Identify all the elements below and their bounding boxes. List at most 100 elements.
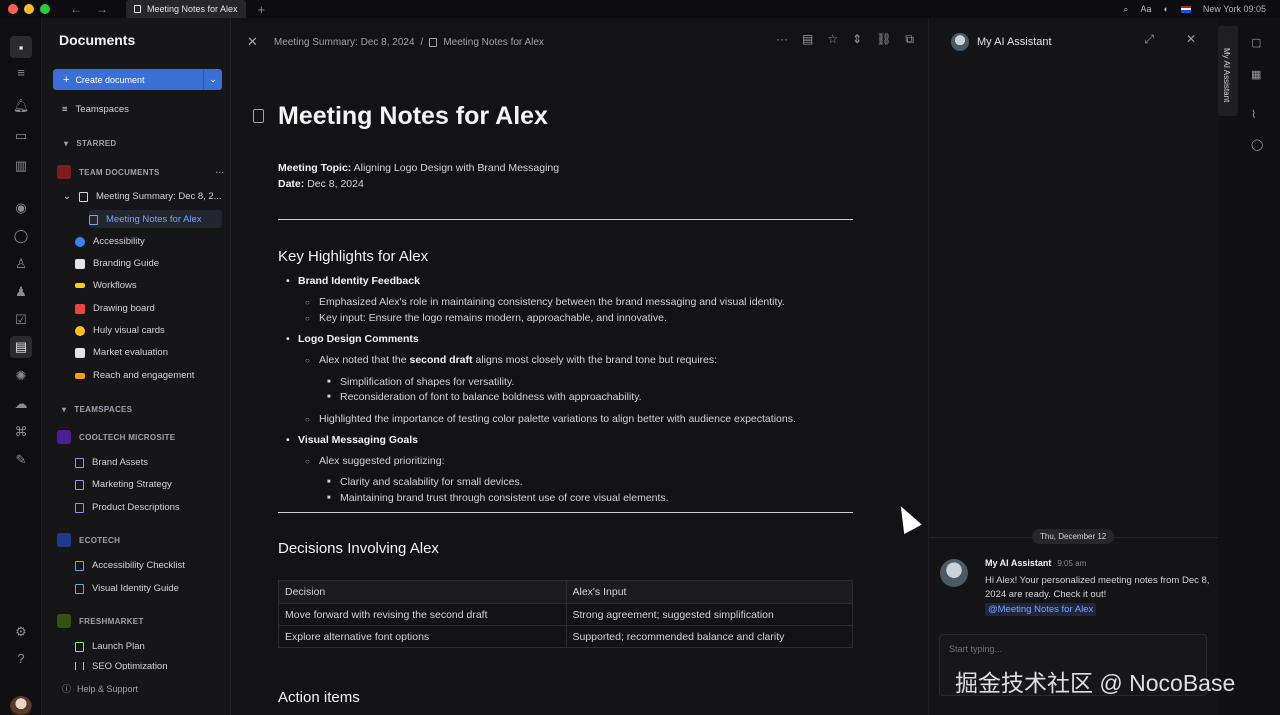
sliders-icon[interactable]: ⚙ — [13, 624, 29, 640]
sidebar-item-seo-optimization[interactable]: SEO Optimization — [75, 662, 168, 670]
person-icon[interactable]: ♙ — [13, 256, 29, 272]
search-icon[interactable]: ⌕ — [1123, 4, 1128, 15]
sidebar-item-meeting-notes[interactable]: Meeting Notes for Alex — [89, 214, 202, 225]
sidebar-item-marketing-strategy[interactable]: Marketing Strategy — [75, 479, 172, 490]
cloud-icon[interactable]: ☁ — [13, 396, 29, 412]
back-arrow-icon[interactable]: ← — [70, 2, 82, 16]
sidebar-item-workflows[interactable]: Workflows — [75, 280, 137, 291]
edit-icon[interactable]: ✎ — [13, 452, 29, 468]
workspace-logo-icon[interactable]: ▪ — [10, 36, 32, 58]
sidebar-item-launch-plan[interactable]: Launch Plan — [75, 641, 145, 652]
team-documents-section[interactable]: TEAM DOCUMENTS ··· — [57, 165, 225, 179]
maximize-window-button[interactable] — [40, 4, 50, 14]
space-ecotech[interactable]: ECOTECH — [57, 533, 120, 547]
office-icon[interactable]: ▥ — [13, 158, 29, 174]
table-header-cell: Alex's Input — [565, 581, 853, 603]
sidebar-item-accessibility-checklist[interactable]: Accessibility Checklist — [75, 560, 185, 571]
divider — [278, 219, 853, 220]
sidebar-item-reach-engagement[interactable]: Reach and engagement — [75, 370, 194, 381]
more-options-icon[interactable]: ··· — [216, 168, 225, 177]
attachment-icon[interactable]: ⌇ — [1251, 108, 1256, 121]
close-icon[interactable]: ✕ — [247, 34, 258, 50]
sidebar-item-product-descriptions[interactable]: Product Descriptions — [75, 502, 180, 513]
font-size-icon[interactable]: Aa — [1140, 4, 1151, 14]
clipboard-icon[interactable]: ▤ — [802, 32, 813, 47]
space-freshmarket[interactable]: FRESHMARKET — [57, 614, 144, 628]
tab-title: Meeting Notes for Alex — [147, 4, 238, 14]
teamspaces-section[interactable]: ▾ TEAMSPACES — [62, 405, 132, 414]
document-icon — [253, 109, 264, 123]
close-window-button[interactable] — [8, 4, 18, 14]
assistant-side-tab[interactable]: My AI Assistant — [1218, 26, 1238, 116]
space-badge-icon — [57, 533, 71, 547]
document-icon — [429, 37, 438, 47]
sidebar-item-huly-visual-cards[interactable]: Huly visual cards — [75, 325, 165, 336]
help-icon[interactable]: ? — [13, 650, 29, 666]
user-avatar[interactable] — [10, 696, 32, 715]
close-icon[interactable]: ✕ — [1186, 32, 1196, 47]
notebook-icon — [75, 258, 85, 269]
pencil-icon — [75, 283, 85, 288]
sidebar-item-visual-identity-guide[interactable]: Visual Identity Guide — [75, 583, 179, 594]
chevron-down-icon: ⌄ — [63, 191, 71, 202]
documents-icon[interactable]: ▤ — [10, 336, 32, 358]
chevron-down-icon: ▾ — [62, 405, 67, 414]
table-row: Explore alternative font options Support… — [279, 625, 852, 647]
expand-icon[interactable]: ⤢ — [1144, 32, 1154, 47]
chart-icon — [75, 347, 85, 358]
contacts-icon[interactable]: ◉ — [13, 200, 29, 216]
section-heading: Key Highlights for Alex — [278, 248, 429, 265]
new-tab-icon[interactable]: + — [258, 2, 266, 17]
notifications-icon[interactable]: 🔔︎ — [13, 98, 30, 114]
starred-section[interactable]: ▾ STARRED — [64, 139, 117, 148]
list-icon: ≡ — [62, 104, 68, 115]
pin-icon[interactable]: ⇕ — [852, 32, 862, 47]
more-options-icon[interactable]: ··· — [776, 32, 788, 47]
space-cooltech[interactable]: COOLTECH MICROSITE — [57, 430, 175, 444]
menu-icon[interactable]: ≡ — [13, 64, 29, 80]
forward-arrow-icon[interactable]: → — [96, 2, 108, 16]
book-icon — [75, 303, 85, 314]
create-document-button[interactable]: + Create document ⌄ — [53, 69, 222, 90]
globe-icon — [75, 236, 85, 247]
sidebar-item-branding-guide[interactable]: Branding Guide — [75, 258, 159, 269]
sidebar-item-meeting-summary[interactable]: ⌄ Meeting Summary: Dec 8, 2... — [63, 191, 222, 202]
space-badge-icon — [57, 614, 71, 628]
document-mention-link[interactable]: @Meeting Notes for Alex — [985, 603, 1097, 616]
composer-placeholder: Start typing... — [949, 644, 1003, 654]
tasks-icon[interactable]: ☑ — [13, 312, 29, 328]
list-item: Highlighted the importance of testing co… — [305, 413, 796, 425]
panel-icon[interactable]: ▢ — [1251, 36, 1261, 49]
star-icon[interactable]: ☆ — [827, 32, 838, 47]
breadcrumb-current[interactable]: Meeting Notes for Alex — [443, 37, 544, 48]
comment-icon[interactable]: ◯ — [1251, 138, 1263, 151]
sidebar-item-teamspaces[interactable]: ≡ Teamspaces — [62, 104, 129, 115]
theme-toggle-icon[interactable]: ◐ — [1163, 4, 1168, 14]
list-item: Key input: Ensure the logo remains moder… — [305, 312, 667, 324]
breadcrumb-parent[interactable]: Meeting Summary: Dec 8, 2024 — [274, 37, 415, 48]
breadcrumb-separator: / — [420, 36, 424, 48]
chat-icon[interactable]: ◯ — [13, 228, 29, 244]
sidebar-item-market-evaluation[interactable]: Market evaluation — [75, 347, 168, 358]
chevron-down-icon[interactable]: ⌄ — [203, 69, 222, 90]
document-icon — [75, 641, 84, 652]
settings-sun-icon[interactable]: ✺ — [13, 368, 29, 384]
browser-tab[interactable]: Meeting Notes for Alex — [126, 0, 246, 18]
sidebar-item-drawing-board[interactable]: Drawing board — [75, 303, 155, 314]
link-icon[interactable]: ⛓ — [876, 32, 891, 47]
document-title[interactable]: Meeting Notes for Alex — [278, 102, 548, 131]
tree-icon[interactable]: ⌘ — [13, 424, 29, 440]
date-pill: Thu, December 12 — [1032, 529, 1115, 544]
calendar-icon[interactable]: ▭ — [13, 128, 29, 144]
help-support-link[interactable]: ⓘ Help & Support — [62, 682, 138, 695]
app-rail: ▪ ≡ 🔔︎ ▭ ▥ ◉ ◯ ♙ ♟ ☑ ▤ ✺ ☁ ⌘ ✎ ⚙ ? — [0, 18, 42, 715]
minimize-window-button[interactable] — [24, 4, 34, 14]
sidebar-item-brand-assets[interactable]: Brand Assets — [75, 457, 148, 468]
sidebar-item-accessibility[interactable]: Accessibility — [75, 236, 145, 247]
team-icon[interactable]: ♟ — [13, 284, 29, 300]
documents-sidebar: Documents + Create document ⌄ ≡ Teamspac… — [42, 18, 231, 715]
decisions-table: Decision Alex's Input Move forward with … — [278, 580, 853, 648]
list-item: Alex suggested prioritizing: — [305, 455, 445, 467]
grid-icon[interactable]: ▦ — [1251, 68, 1261, 81]
share-icon[interactable]: ⧉ — [905, 32, 914, 47]
